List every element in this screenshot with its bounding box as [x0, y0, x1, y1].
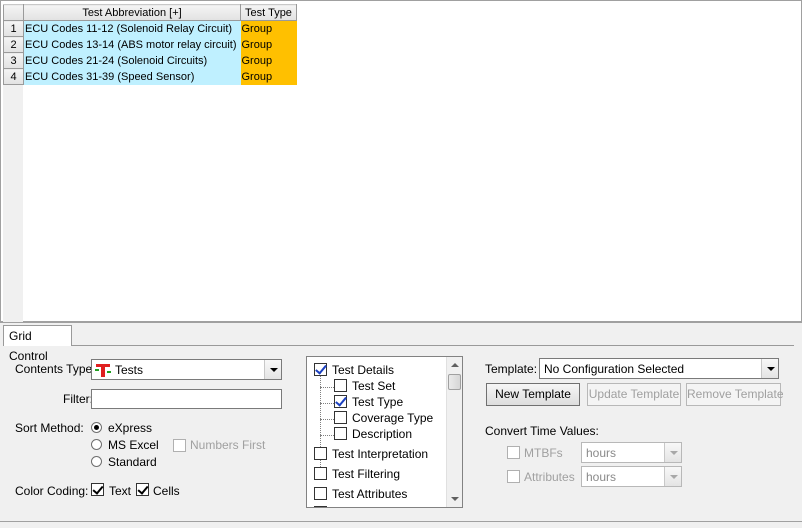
attributes-label: Attributes: [524, 470, 575, 484]
tree-item-checkbox[interactable]: [314, 447, 327, 460]
mtbfs-unit-value: hours: [586, 446, 617, 460]
cell-test-abbreviation[interactable]: ECU Codes 11-12 (Solenoid Relay Circuit): [23, 20, 241, 37]
cell-test-type[interactable]: Group: [240, 68, 297, 85]
chevron-down-icon[interactable]: [664, 467, 681, 486]
cell-test-type[interactable]: Group: [240, 20, 297, 37]
filter-input[interactable]: [91, 389, 282, 409]
color-coding-cells-label[interactable]: Cells: [153, 484, 180, 498]
grid-corner-cell[interactable]: [3, 4, 24, 21]
attributes-checkbox[interactable]: [507, 470, 520, 483]
tree-item-checkbox[interactable]: [334, 427, 347, 440]
tree-item-checkbox[interactable]: [314, 487, 327, 500]
sort-msexcel-radio[interactable]: [91, 439, 102, 450]
table-row[interactable]: 2 ECU Codes 13-14 (ABS motor relay circu…: [3, 36, 297, 53]
color-coding-label: Color Coding:: [15, 484, 89, 498]
grid-header-row: Test Abbreviation [+] Test Type: [3, 4, 297, 21]
tree-scrollbar[interactable]: [446, 357, 462, 507]
cell-test-abbreviation[interactable]: ECU Codes 13-14 (ABS motor relay circuit…: [23, 36, 241, 53]
tree-item-checkbox[interactable]: [314, 467, 327, 480]
tree-item-label: Test Attributes: [332, 487, 408, 501]
tests-t-icon: [95, 364, 111, 377]
column-tree-list[interactable]: Test Details Test Set Test Type Coverage…: [306, 356, 463, 508]
cell-test-type[interactable]: Group: [240, 52, 297, 69]
chevron-down-icon[interactable]: [761, 359, 778, 378]
tree-item-checkbox[interactable]: [334, 379, 347, 392]
contents-type-label: Contents Type:: [15, 362, 96, 376]
column-header-test-abbreviation[interactable]: Test Abbreviation [+]: [23, 4, 241, 21]
cell-test-type[interactable]: Group: [240, 36, 297, 53]
table-row[interactable]: 1 ECU Codes 11-12 (Solenoid Relay Circui…: [3, 20, 297, 37]
new-template-button[interactable]: New Template: [486, 383, 580, 406]
color-coding-cells-checkbox[interactable]: [136, 483, 149, 496]
cell-test-abbreviation[interactable]: ECU Codes 21-24 (Solenoid Circuits): [23, 52, 241, 69]
tree-item-checkbox[interactable]: [314, 363, 327, 376]
mtbfs-unit-dropdown[interactable]: hours: [581, 442, 682, 463]
numbers-first-label: Numbers First: [190, 438, 266, 452]
row-number[interactable]: 3: [3, 52, 24, 69]
sort-express-radio[interactable]: [91, 422, 102, 433]
template-value: No Configuration Selected: [544, 362, 685, 376]
table-row[interactable]: 4 ECU Codes 31-39 (Speed Sensor) Group: [3, 68, 297, 85]
convert-time-label: Convert Time Values:: [485, 424, 599, 438]
column-header-test-type[interactable]: Test Type: [240, 4, 297, 21]
grid-table: Test Abbreviation [+] Test Type 1 ECU Co…: [3, 4, 297, 85]
color-coding-text-checkbox[interactable]: [91, 483, 104, 496]
sort-standard-label[interactable]: Standard: [108, 455, 157, 469]
tree-item-label: Test Type: [352, 395, 404, 409]
scroll-up-icon[interactable]: [447, 357, 462, 373]
tab-divider: [72, 345, 794, 346]
grid-control-panel: Grid Control Contents Type: Tests Filter…: [0, 322, 802, 528]
tree-item-label: Test Details: [332, 363, 395, 377]
color-coding-text-label[interactable]: Text: [109, 484, 131, 498]
tab-grid-control[interactable]: Grid Control: [3, 325, 72, 363]
filter-label: Filter:: [63, 392, 93, 406]
panel-divider: [0, 521, 802, 522]
contents-type-dropdown[interactable]: Tests: [91, 359, 282, 380]
tree-item-label: Test Interpretation: [332, 447, 429, 461]
update-template-button[interactable]: Update Template: [587, 383, 681, 406]
chevron-down-icon[interactable]: [664, 443, 681, 462]
tree-item-checkbox[interactable]: [334, 411, 347, 424]
row-number[interactable]: 4: [3, 68, 24, 85]
template-label: Template:: [485, 362, 538, 376]
mtbfs-checkbox[interactable]: [507, 446, 520, 459]
tree-connector: [320, 435, 334, 436]
template-dropdown[interactable]: No Configuration Selected: [539, 358, 779, 379]
row-number[interactable]: 1: [3, 20, 24, 37]
cell-test-abbreviation[interactable]: ECU Codes 31-39 (Speed Sensor): [23, 68, 241, 85]
tree-connector: [320, 403, 334, 404]
mtbfs-label: MTBFs: [524, 446, 563, 460]
chevron-down-icon[interactable]: [264, 360, 281, 379]
attributes-unit-dropdown[interactable]: hours: [581, 466, 682, 487]
tree-connector: [320, 419, 334, 420]
remove-template-button[interactable]: Remove Template: [686, 383, 784, 406]
row-header-strip: [3, 85, 23, 322]
row-number[interactable]: 2: [3, 36, 24, 53]
tree-item-label: Coverage Type: [352, 411, 434, 425]
tree-item-label: Description: [352, 427, 413, 441]
sort-standard-radio[interactable]: [91, 456, 102, 467]
attributes-unit-value: hours: [586, 470, 617, 484]
tree-item-checkbox[interactable]: [334, 395, 347, 408]
tree-item-checkbox[interactable]: [314, 506, 327, 507]
table-row[interactable]: 3 ECU Codes 21-24 (Solenoid Circuits) Gr…: [3, 52, 297, 69]
sort-method-label: Sort Method:: [15, 421, 84, 435]
tree-item-label: Test Filtering: [332, 467, 401, 481]
numbers-first-checkbox[interactable]: [173, 439, 186, 452]
results-grid[interactable]: Test Abbreviation [+] Test Type 1 ECU Co…: [0, 0, 802, 322]
tree-item-label: Test Set: [352, 379, 396, 393]
scrollbar-thumb[interactable]: [448, 374, 461, 390]
tree-connector: [320, 387, 334, 388]
contents-type-value: Tests: [115, 363, 144, 377]
scroll-down-icon[interactable]: [447, 491, 462, 507]
sort-msexcel-label[interactable]: MS Excel: [108, 438, 159, 452]
sort-express-label[interactable]: eXpress: [108, 421, 152, 435]
